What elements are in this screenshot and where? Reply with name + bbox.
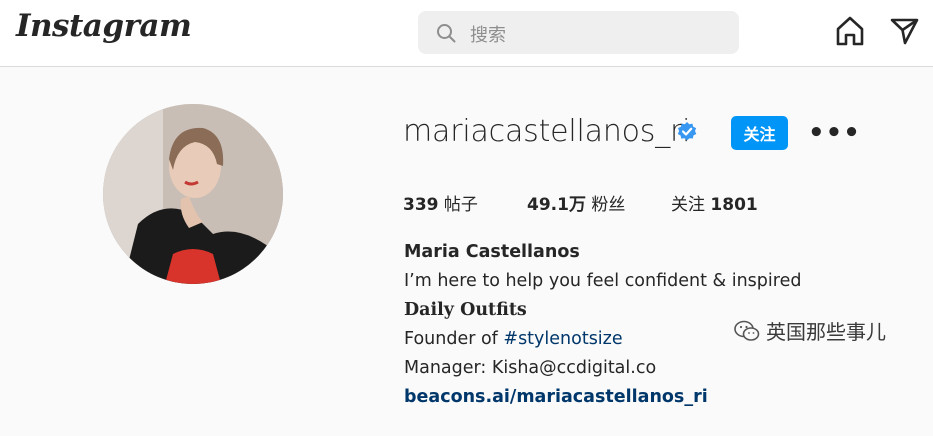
following-stat[interactable]: 关注 1801 xyxy=(671,190,758,215)
follow-button[interactable]: 关注 xyxy=(731,116,788,150)
bio-line-3: Founder of #stylenotsize xyxy=(404,329,623,349)
search-box[interactable]: 搜索 xyxy=(418,11,739,54)
watermark: 英国那些事儿 xyxy=(734,316,886,345)
avatar-photo xyxy=(103,104,283,284)
bio-founder-text: Founder of xyxy=(404,329,504,349)
profile-header: mariacastellanos_ri 关注 ••• 339 帖子 49.1万 … xyxy=(0,68,933,436)
wechat-icon xyxy=(734,320,760,341)
search-placeholder: 搜索 xyxy=(470,25,506,46)
profile-avatar[interactable] xyxy=(103,104,283,284)
following-label: 关注 xyxy=(671,195,705,215)
watermark-text: 英国那些事儿 xyxy=(766,320,886,344)
verified-badge-icon xyxy=(677,122,697,141)
followers-label: 粉丝 xyxy=(591,195,626,215)
bio-line-4: Manager: Kisha@ccdigital.co xyxy=(404,358,657,378)
direct-message-icon[interactable] xyxy=(890,17,920,45)
website-link[interactable]: beacons.ai/mariacastellanos_ri xyxy=(404,387,708,407)
instagram-logo[interactable]: Instagram xyxy=(16,8,192,44)
top-navigation-bar: Instagram 搜索 xyxy=(0,0,933,67)
search-icon xyxy=(437,24,456,43)
posts-label: 帖子 xyxy=(443,195,478,215)
posts-stat[interactable]: 339 帖子 xyxy=(403,190,478,215)
profile-username: mariacastellanos_ri xyxy=(403,114,691,149)
profile-full-name: Maria Castellanos xyxy=(404,242,580,262)
bio-line-2: Daily Outfits xyxy=(404,300,527,320)
hashtag-link[interactable]: #stylenotsize xyxy=(503,329,622,349)
home-icon[interactable] xyxy=(835,15,865,47)
followers-stat[interactable]: 49.1万 粉丝 xyxy=(527,190,625,215)
following-count: 1801 xyxy=(710,195,758,215)
followers-count: 49.1万 xyxy=(527,195,586,215)
bio-line-1: I’m here to help you feel confident & in… xyxy=(404,271,802,291)
posts-count: 339 xyxy=(403,195,439,215)
more-options-icon[interactable]: ••• xyxy=(808,118,861,148)
